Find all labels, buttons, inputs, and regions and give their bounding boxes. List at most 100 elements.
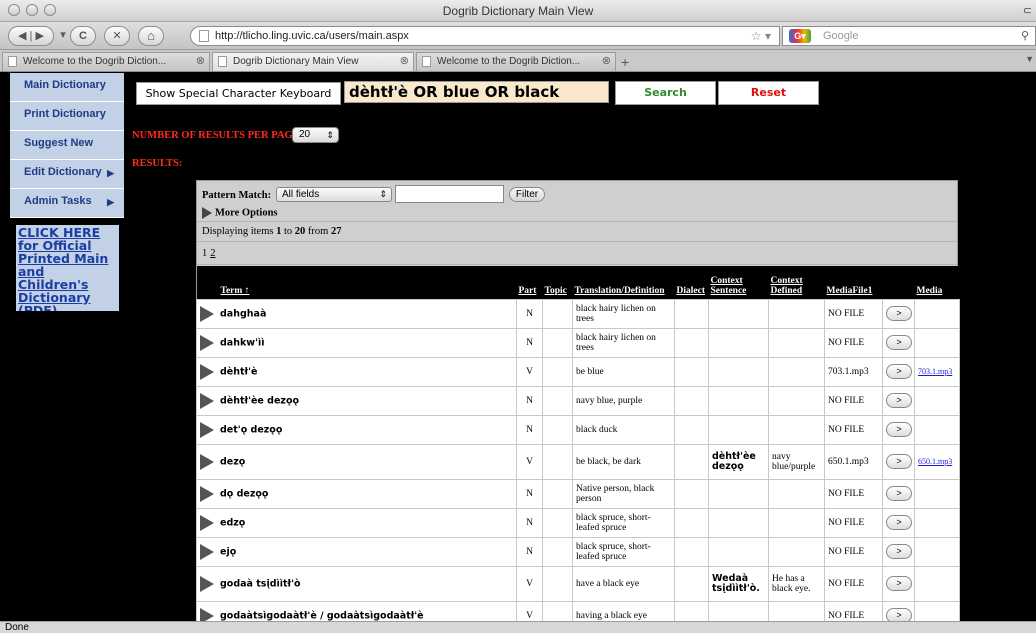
sidebar-item-suggest-new[interactable]: Suggest New [10,131,124,160]
table-row: godaà tsįdììtł'ò Vhave a black eye Wedaà t… [196,565,960,602]
expand-entry-icon[interactable] [200,485,214,502]
context-defined-cell [768,356,825,387]
play-button[interactable]: > [886,306,912,321]
show-keyboard-button[interactable]: Show Special Character Keyboard [136,82,341,105]
play-cell: > [882,478,915,509]
sidebar-item-admin-tasks[interactable]: Admin Tasks ▶ [10,189,124,218]
expand-entry-icon[interactable] [200,305,214,322]
column-dialect[interactable]: Dialect [674,266,709,299]
media-cell: 650.1.mp3 [914,443,960,480]
sidebar-item-main-dictionary[interactable]: Main Dictionary [10,73,124,102]
play-button[interactable]: > [886,454,912,469]
bookmark-star-icon[interactable]: ☆ ▾ [751,29,771,43]
term-cell: godaàtsìgodaàtł'è / godaàtsìgodaàtł'è [196,600,517,621]
tab-main-view[interactable]: Dogrib Dictionary Main View ⊗ [212,52,414,71]
play-cell: > [882,565,915,602]
expand-entry-icon[interactable] [200,334,214,351]
mediafile-cell: NO FILE [824,414,883,445]
search-button[interactable]: Search [615,81,716,105]
web-search-box[interactable]: G▾ Google ⚲ [782,26,1036,46]
search-input[interactable]: dèhtł'è OR blue OR black [344,81,609,103]
play-button[interactable]: > [886,608,912,621]
topic-cell [542,327,573,358]
results-per-page-select[interactable]: 20 ⇕ [292,127,339,143]
media-cell [914,565,960,602]
reset-button[interactable]: Reset [718,81,819,105]
filter-button[interactable]: Filter [509,187,545,202]
mediafile-cell: NO FILE [824,385,883,416]
printed-dictionary-pdf-link[interactable]: CLICK HERE for Official Printed Main and… [16,225,119,311]
tab-list-icon[interactable]: ▼ [1025,54,1034,64]
table-row: dezǫ Vbe black, be dark dèhtł'èe dezǫǫ navy… [196,443,960,480]
column-definition[interactable]: Translation/Definition [572,266,675,299]
pattern-match-select[interactable]: All fields ⇕ [276,187,392,202]
tab-close-icon[interactable]: ⊗ [400,53,409,70]
play-button[interactable]: > [886,422,912,437]
play-button[interactable]: > [886,393,912,408]
context-sentence-cell [708,536,769,567]
column-context-defined[interactable]: Context Defined [768,266,825,299]
play-button[interactable]: > [886,576,912,591]
toolbar-toggle-icon[interactable]: ⊂ [1023,4,1032,17]
filter-input[interactable] [395,185,504,203]
column-topic[interactable]: Topic [542,266,573,299]
column-part[interactable]: Part [516,266,543,299]
column-media[interactable]: Media [914,266,960,299]
window-title: Dogrib Dictionary Main View [442,4,594,18]
magnifier-icon[interactable]: ⚲ [1021,29,1029,42]
context-defined-cell [768,600,825,621]
forward-icon[interactable]: ▶ [35,30,43,42]
column-term[interactable]: Term ↑ [196,266,517,299]
expand-entry-icon[interactable] [200,514,214,531]
back-forward-buttons[interactable]: ◀ | ▶ [8,26,54,46]
play-button[interactable]: > [886,544,912,559]
tab-page-icon [422,56,431,67]
tab-page-icon [218,56,227,67]
expand-entry-icon[interactable] [200,575,214,592]
tab-welcome-1[interactable]: Welcome to the Dogrib Diction... ⊗ [2,52,210,71]
term-text: godaà tsįdììtł'ò [220,578,301,589]
back-icon[interactable]: ◀ [18,30,26,42]
google-logo-icon[interactable]: G▾ [789,29,811,43]
definition-cell: having a black eye [572,600,675,621]
web-search-placeholder[interactable]: Google [823,30,858,42]
tab-close-icon[interactable]: ⊗ [602,53,611,70]
term-cell: dahghaà [196,298,517,329]
column-context-sentence[interactable]: Context Sentence [708,266,769,299]
sidebar-item-print-dictionary[interactable]: Print Dictionary [10,102,124,131]
part-cell: N [516,507,543,538]
media-link[interactable]: 703.1.mp3 [918,367,952,376]
definition-cell: black spruce, short-leafed spruce [572,536,675,567]
topic-cell [542,356,573,387]
play-button[interactable]: > [886,364,912,379]
expand-entry-icon[interactable] [200,392,214,409]
more-options-toggle[interactable]: More Options [202,207,278,219]
url-text[interactable]: http://tlicho.ling.uvic.ca/users/main.as… [215,30,409,42]
sidebar-item-edit-dictionary[interactable]: Edit Dictionary ▶ [10,160,124,189]
expand-entry-icon[interactable] [200,453,214,470]
home-button[interactable]: ⌂ [138,26,164,46]
column-mediafile[interactable]: MediaFile1 [824,266,883,299]
expand-entry-icon[interactable] [200,363,214,380]
expand-entry-icon[interactable] [200,421,214,438]
expand-entry-icon[interactable] [200,607,214,621]
part-cell: V [516,356,543,387]
term-text: dèhtł'è [220,366,258,377]
context-sentence-cell: Wedaà tsįdììtł'ò. [708,565,769,602]
history-dropdown-icon[interactable]: ▾ [58,26,68,46]
tab-close-icon[interactable]: ⊗ [196,53,205,70]
new-tab-icon[interactable]: + [621,54,629,70]
url-bar[interactable]: http://tlicho.ling.uvic.ca/users/main.as… [190,26,780,46]
play-button[interactable]: > [886,515,912,530]
topic-cell [542,478,573,509]
media-link[interactable]: 650.1.mp3 [918,457,952,466]
pattern-match-label: Pattern Match: [202,190,272,201]
term-cell: edzǫ [196,507,517,538]
reload-button[interactable]: C [70,26,96,46]
stop-button[interactable]: ✕ [104,26,130,46]
expand-entry-icon[interactable] [200,543,214,560]
play-button[interactable]: > [886,486,912,501]
page-link-2[interactable]: 2 [210,248,215,259]
play-button[interactable]: > [886,335,912,350]
tab-welcome-2[interactable]: Welcome to the Dogrib Diction... ⊗ [416,52,616,71]
